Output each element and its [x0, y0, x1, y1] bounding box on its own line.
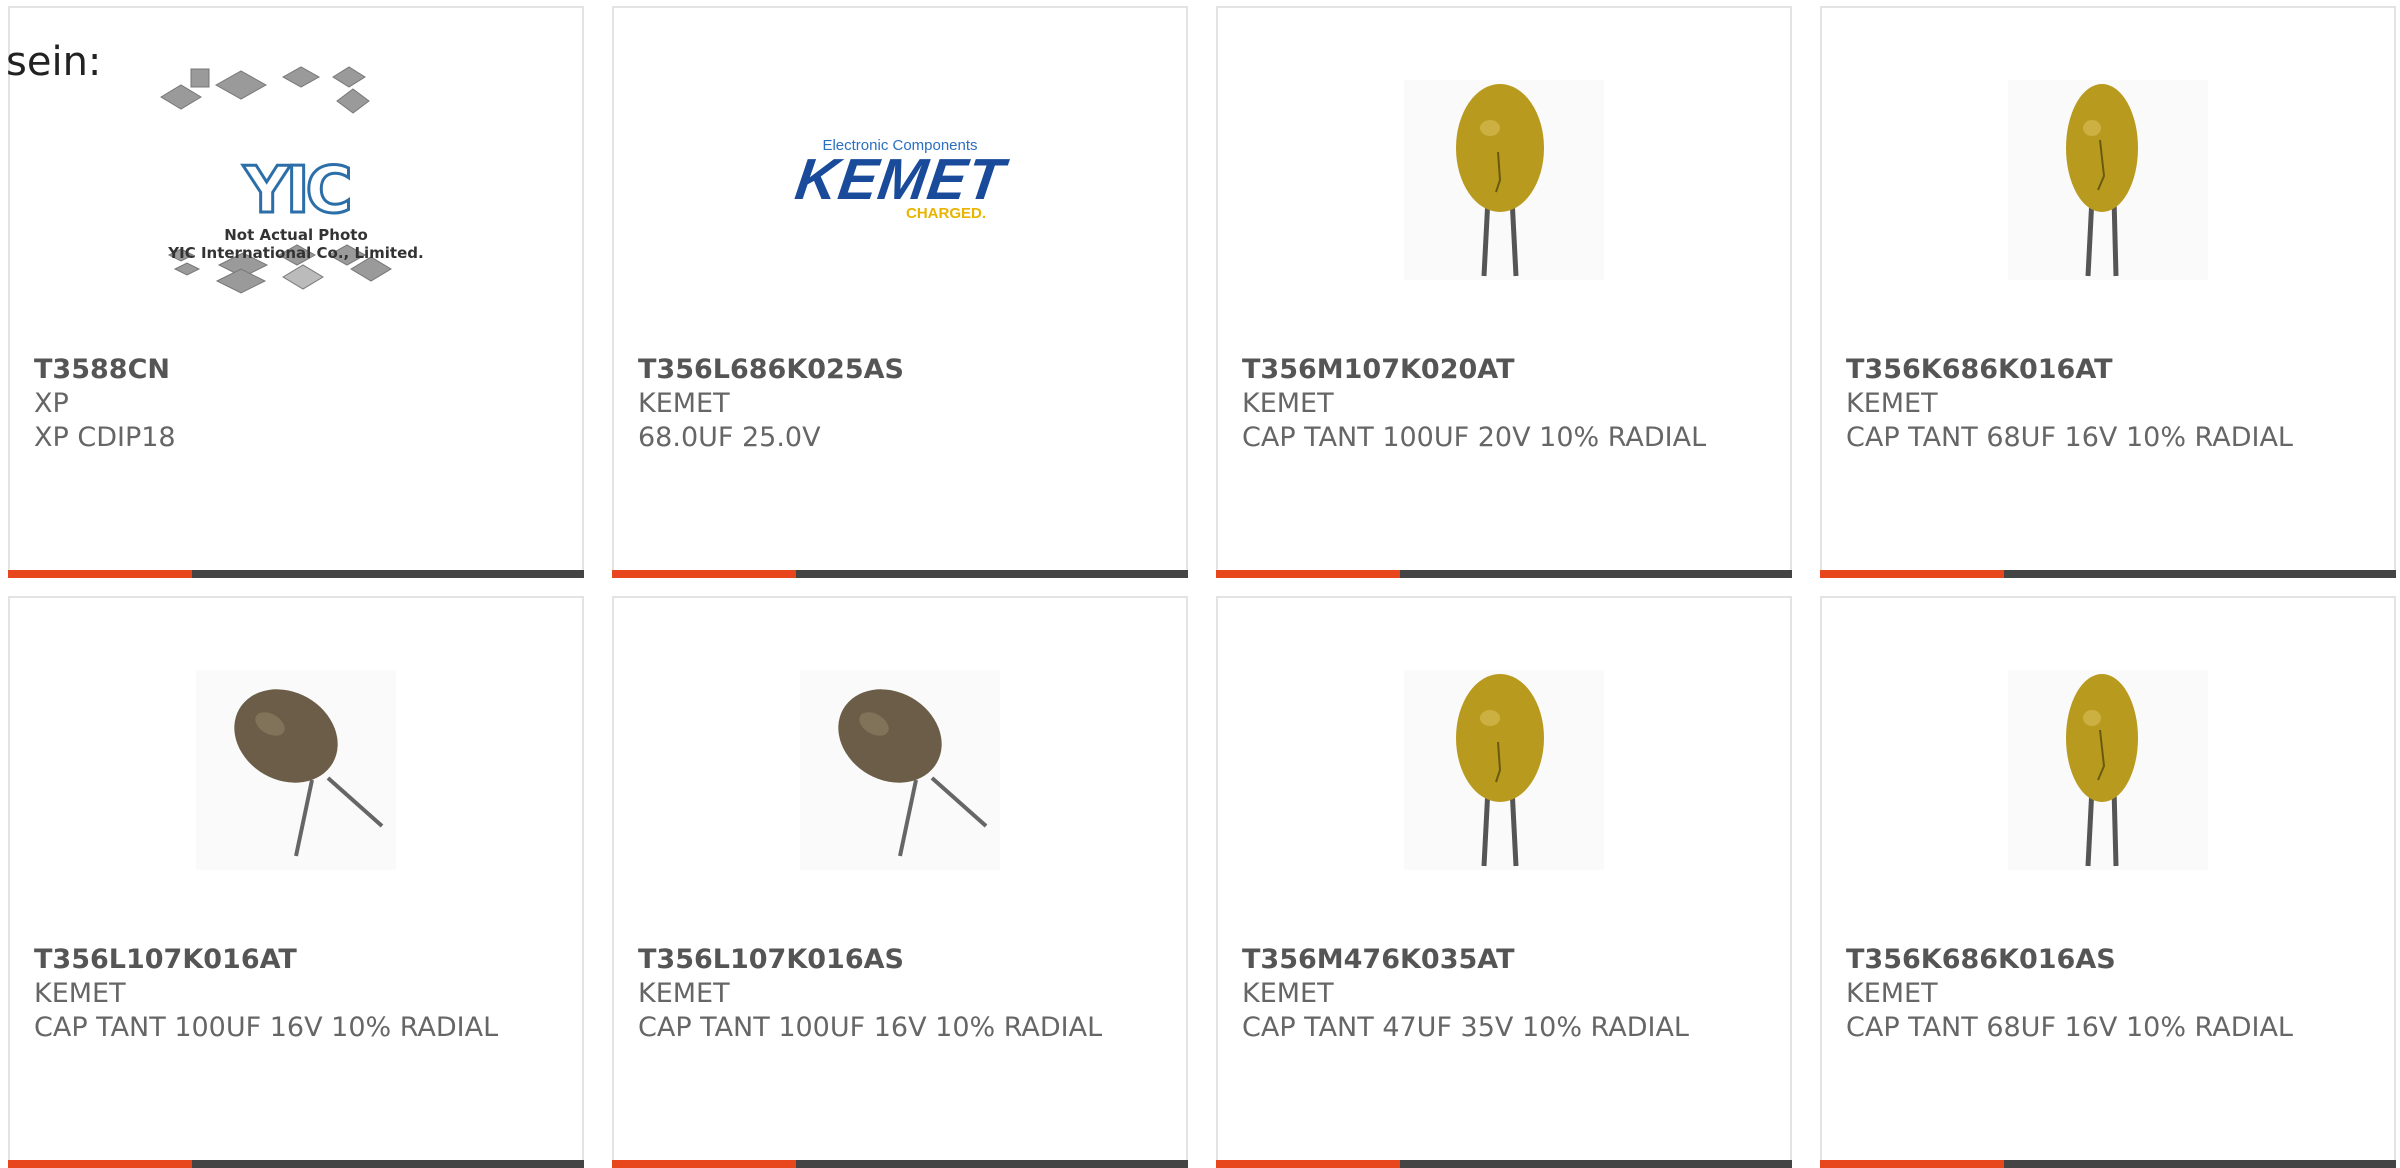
- part-number[interactable]: T356M107K020AT: [1242, 353, 1770, 387]
- description: CAP TANT 68UF 16V 10% RADIAL: [1846, 422, 2293, 453]
- card-bar-accent: [1216, 1160, 1400, 1168]
- part-number[interactable]: T356K686K016AT: [1846, 353, 2374, 387]
- kemet-logo: Electronic Components KEMET CHARGED.: [792, 138, 1009, 222]
- description: CAP TANT 100UF 20V 10% RADIAL: [1242, 422, 1707, 453]
- manufacturer: KEMET: [1242, 388, 1334, 419]
- card-bar: [8, 570, 584, 578]
- product-card[interactable]: T356M476K035AT KEMET CAP TANT 47UF 35V 1…: [1216, 596, 1792, 1168]
- product-card[interactable]: Electronic Components KEMET CHARGED. T35…: [612, 6, 1188, 578]
- manufacturer: KEMET: [638, 978, 730, 1009]
- card-bar: [1820, 570, 2396, 578]
- product-card[interactable]: T356K686K016AT KEMET CAP TANT 68UF 16V 1…: [1820, 6, 2396, 578]
- placeholder-company: YIC International Co., Limited.: [168, 244, 424, 262]
- card-bar: [1216, 1160, 1792, 1168]
- card-bar: [1216, 570, 1792, 578]
- yic-logo-text: YIC: [242, 154, 354, 228]
- product-image: [1218, 650, 1790, 890]
- description: CAP TANT 47UF 35V 10% RADIAL: [1242, 1012, 1689, 1043]
- card-bar-accent: [1820, 1160, 2004, 1168]
- product-image: [1822, 650, 2394, 890]
- part-number[interactable]: T356K686K016AS: [1846, 943, 2374, 977]
- description: XP CDIP18: [34, 422, 176, 453]
- card-bar-accent: [612, 570, 796, 578]
- manufacturer: KEMET: [638, 388, 730, 419]
- product-image: [614, 650, 1186, 890]
- section-heading: sein:: [6, 39, 102, 85]
- card-bar-accent: [612, 1160, 796, 1168]
- product-card[interactable]: YIC Not Actual Photo YIC International C…: [8, 6, 584, 578]
- manufacturer: KEMET: [1846, 388, 1938, 419]
- kemet-logo-text: KEMET: [791, 147, 1009, 212]
- product-image: Electronic Components KEMET CHARGED.: [614, 60, 1186, 300]
- manufacturer: KEMET: [1846, 978, 1938, 1009]
- card-bar-accent: [1820, 570, 2004, 578]
- product-card[interactable]: T356L107K016AT KEMET CAP TANT 100UF 16V …: [8, 596, 584, 1168]
- product-card[interactable]: T356L107K016AS KEMET CAP TANT 100UF 16V …: [612, 596, 1188, 1168]
- description: 68.0UF 25.0V: [638, 422, 821, 453]
- yic-logo: YIC Not Actual Photo YIC International C…: [10, 154, 582, 263]
- product-image: [10, 650, 582, 890]
- part-number[interactable]: T3588CN: [34, 353, 562, 387]
- product-card[interactable]: T356K686K016AS KEMET CAP TANT 68UF 16V 1…: [1820, 596, 2396, 1168]
- description: CAP TANT 68UF 16V 10% RADIAL: [1846, 1012, 2293, 1043]
- manufacturer: KEMET: [34, 978, 126, 1009]
- part-number[interactable]: T356M476K035AT: [1242, 943, 1770, 977]
- description: CAP TANT 100UF 16V 10% RADIAL: [34, 1012, 499, 1043]
- product-image: [1822, 60, 2394, 300]
- part-number[interactable]: T356L107K016AT: [34, 943, 562, 977]
- placeholder-note: Not Actual Photo: [224, 226, 368, 244]
- card-bar: [612, 1160, 1188, 1168]
- manufacturer: XP: [34, 388, 69, 419]
- product-image: YIC Not Actual Photo YIC International C…: [10, 60, 582, 300]
- part-number[interactable]: T356L107K016AS: [638, 943, 1166, 977]
- part-number[interactable]: T356L686K025AS: [638, 353, 1166, 387]
- card-bar-accent: [8, 570, 192, 578]
- card-bar: [8, 1160, 584, 1168]
- card-bar: [1820, 1160, 2396, 1168]
- card-bar-accent: [8, 1160, 192, 1168]
- product-image: [1218, 60, 1790, 300]
- description: CAP TANT 100UF 16V 10% RADIAL: [638, 1012, 1103, 1043]
- product-card[interactable]: T356M107K020AT KEMET CAP TANT 100UF 20V …: [1216, 6, 1792, 578]
- card-bar-accent: [1216, 570, 1400, 578]
- manufacturer: KEMET: [1242, 978, 1334, 1009]
- card-bar: [612, 570, 1188, 578]
